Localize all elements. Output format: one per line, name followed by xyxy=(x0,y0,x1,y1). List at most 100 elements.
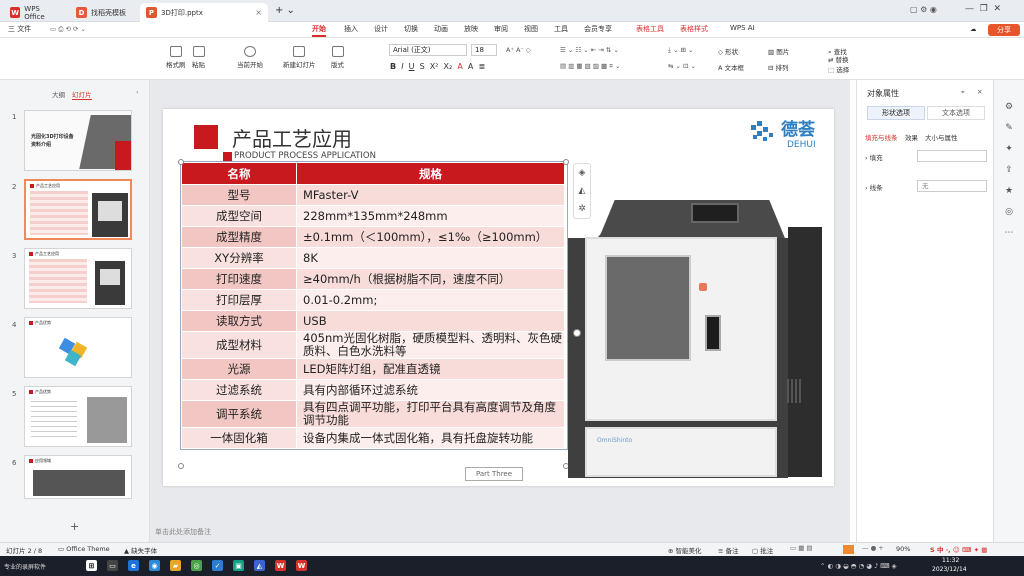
resize-handle[interactable] xyxy=(573,329,581,337)
select-button[interactable]: ⬚ 选择 xyxy=(828,64,849,74)
window-controls[interactable]: — ❐ ✕ xyxy=(965,4,1001,14)
subtab-size[interactable]: 大小与属性 xyxy=(925,132,958,142)
spec-name-cell[interactable]: 过滤系统 xyxy=(181,379,297,401)
menu-insert[interactable]: 插入 xyxy=(344,24,358,34)
line-select[interactable]: 无 xyxy=(917,180,987,192)
tab-document[interactable]: P 3D打印.pptx × xyxy=(140,3,268,22)
quick-access-icons[interactable]: ▭ ⎙ ⟲ ⟳ ⌄ xyxy=(50,25,86,34)
format-painter-button[interactable]: 格式刷 xyxy=(166,46,186,69)
spec-value-cell[interactable]: 具有内部循环过滤系统 xyxy=(296,379,565,401)
app-icon-2[interactable]: ▣ xyxy=(233,560,244,571)
menu-view[interactable]: 视图 xyxy=(524,24,538,34)
more-icon[interactable]: ⋯ xyxy=(1005,228,1014,238)
comment-toggle[interactable]: ▢ 批注 xyxy=(752,545,773,555)
menu-tools[interactable]: 工具 xyxy=(554,24,568,34)
resize-handle[interactable] xyxy=(178,159,184,165)
slide-thumb-3[interactable]: 产品工艺应用 xyxy=(24,248,132,309)
menu-table-tools[interactable]: 表格工具 xyxy=(636,24,664,34)
shape-button[interactable]: ◇ 形状 xyxy=(718,46,738,56)
spec-name-cell[interactable]: 调平系统 xyxy=(181,400,297,428)
line-section-label[interactable]: › 线条 xyxy=(865,182,883,192)
tab-outline[interactable]: 大纲 xyxy=(52,89,65,99)
subtab-effect[interactable]: 效果 xyxy=(905,132,918,142)
app-icon[interactable]: ✓ xyxy=(212,560,223,571)
tab-text-options[interactable]: 文本选项 xyxy=(927,106,985,120)
spec-value-cell[interactable]: 8K xyxy=(296,247,565,269)
menu-wps-ai[interactable]: WPS AI xyxy=(730,24,755,32)
new-tab-icon[interactable]: + ⌄ xyxy=(275,5,295,16)
wps-taskbar-icon-2[interactable]: W xyxy=(296,560,307,571)
text-dir-icons[interactable]: ⤓ ⌄ ⊞ ⌄ xyxy=(668,46,693,55)
convert-icons[interactable]: ⇆ ⌄ ⊡ ⌄ xyxy=(668,62,696,70)
menu-table-style[interactable]: 表格样式 xyxy=(680,24,708,34)
notes-placeholder[interactable]: 单击此处添加备注 xyxy=(155,527,211,537)
app-icon-3[interactable]: ◭ xyxy=(254,560,265,571)
subtab-fill-line[interactable]: 填充与线条 xyxy=(865,132,898,142)
missing-font[interactable]: ▲ 缺失字体 xyxy=(124,545,157,555)
menu-transition[interactable]: 切换 xyxy=(404,24,418,34)
fill-select[interactable] xyxy=(917,150,987,162)
resize-handle[interactable] xyxy=(178,463,184,469)
menu-review[interactable]: 审阅 xyxy=(494,24,508,34)
font-size-select[interactable]: 18 xyxy=(471,44,497,56)
share-icon[interactable]: ⇪ xyxy=(1005,165,1013,175)
menu-home[interactable]: 开始 xyxy=(312,24,326,37)
menu-slideshow[interactable]: 放映 xyxy=(464,24,478,34)
spec-name-cell[interactable]: 打印层厚 xyxy=(181,289,297,311)
slide-thumb-6[interactable]: 应用领域 xyxy=(24,455,132,499)
animation-icon[interactable]: ★ xyxy=(1005,186,1013,196)
close-pane-icon[interactable]: ✕ xyxy=(977,88,982,96)
spec-name-cell[interactable]: 光源 xyxy=(181,358,297,380)
spec-value-cell[interactable]: 228mm*135mm*248mm xyxy=(296,205,565,227)
slide-subtitle[interactable]: PRODUCT PROCESS APPLICATION xyxy=(234,151,376,161)
spec-value-cell[interactable]: LED矩阵灯组，配准直透镜 xyxy=(296,358,565,380)
task-view-icon[interactable]: ▭ xyxy=(107,560,118,571)
font-style-icons[interactable]: B I U S X² X₂ A A ≣ xyxy=(390,62,485,71)
table-header-name[interactable]: 名称 xyxy=(181,162,297,185)
menu-member[interactable]: 会员专享 xyxy=(584,24,612,34)
spec-name-cell[interactable]: 打印速度 xyxy=(181,268,297,290)
font-size-step-icons[interactable]: A⁺ A⁻ ◇ xyxy=(506,46,531,54)
collapse-pane-icon[interactable]: ‹ xyxy=(136,88,139,96)
browser-icon[interactable]: ◉ xyxy=(149,560,160,571)
view-mode-icons[interactable]: ▭ ▦ ▤ xyxy=(790,544,813,552)
spec-name-cell[interactable]: 读取方式 xyxy=(181,310,297,332)
cloud-sync-icon[interactable]: ☁ xyxy=(970,25,977,33)
slide[interactable]: 产品工艺应用 PRODUCT PROCESS APPLICATION 德荟 DE… xyxy=(163,109,834,486)
add-slide-button[interactable]: + xyxy=(70,520,79,533)
spec-name-cell[interactable]: 成型材料 xyxy=(181,331,297,359)
paste-button[interactable]: 粘贴 xyxy=(192,46,205,69)
pin-icon[interactable]: ⌖ xyxy=(961,88,965,97)
spec-name-cell[interactable]: 一体固化箱 xyxy=(181,427,297,449)
spec-value-cell[interactable]: ±0.1mm（＜100mm），≤1‰（≥100mm） xyxy=(296,226,565,248)
slide-thumb-2[interactable]: 产品工艺应用 xyxy=(24,179,132,240)
window-tools-icon[interactable]: ▢ ⚙ ◉ xyxy=(910,5,937,14)
spec-table[interactable]: 名称 规格 型号 MFaster-V 成型空间 228mm*135mm*248mm 成型… xyxy=(180,161,568,450)
ime-icon[interactable]: S 中 ·, ☺ ⌨ ✦ ▦ xyxy=(930,544,987,554)
spec-value-cell[interactable]: MFaster-V xyxy=(296,184,565,206)
spec-name-cell[interactable]: 型号 xyxy=(181,184,297,206)
wps-taskbar-icon[interactable]: W xyxy=(275,560,286,571)
spec-name-cell[interactable]: 成型精度 xyxy=(181,226,297,248)
edge-icon[interactable]: e xyxy=(128,560,139,571)
properties-icon[interactable]: ⚙ xyxy=(1005,102,1013,112)
font-name-select[interactable]: Arial (正文) xyxy=(389,44,467,56)
slide-thumb-1[interactable]: 光固化3D打印设备 资料介绍 xyxy=(24,110,132,171)
slide-thumb-4[interactable]: 产品优势 xyxy=(24,317,132,378)
align-icons[interactable]: ▤ ▥ ▦ ▧ ▨ ▩ ⌗ ⌄ xyxy=(560,62,620,71)
menu-design[interactable]: 设计 xyxy=(374,24,388,34)
spec-value-cell[interactable]: USB xyxy=(296,310,565,332)
layers-icon[interactable]: ◈ xyxy=(574,164,590,182)
picture-button[interactable]: ▨ 图片 xyxy=(768,46,789,56)
spec-value-cell[interactable]: 0.01-0.2mm; xyxy=(296,289,565,311)
folder-icon[interactable]: ▰ xyxy=(170,560,181,571)
menu-animation[interactable]: 动画 xyxy=(434,24,448,34)
tab-docer[interactable]: D 找稻壳模板 xyxy=(70,3,136,22)
format-icon[interactable]: ✎ xyxy=(1005,123,1013,133)
resize-handle[interactable] xyxy=(563,159,569,165)
list-icons[interactable]: ☰ ⌄ ☷ ⌄ ⇤ ⇥ ⇅ ⌄ xyxy=(560,46,619,54)
theme-name[interactable]: ▭ Office Theme xyxy=(58,545,110,553)
zoom-level[interactable]: 90% xyxy=(896,545,910,553)
slide-thumb-5[interactable]: 产品优势 xyxy=(24,386,132,447)
spec-value-cell[interactable]: 405nm光固化树脂，硬质模型料、透明料、灰色硬质料、白色水洗料等 xyxy=(296,331,565,359)
